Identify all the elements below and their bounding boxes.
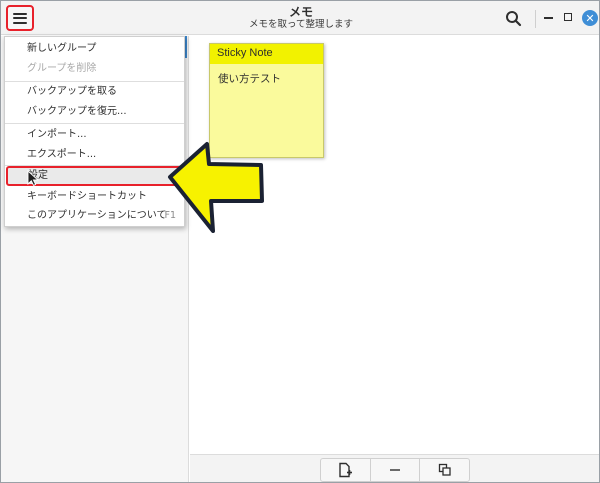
footer-bar (190, 454, 599, 482)
new-note-icon (339, 462, 353, 478)
menu-item-keyboard-shortcuts[interactable]: キーボードショートカット (5, 187, 184, 207)
minimize-button[interactable] (544, 17, 553, 19)
cursor-icon (27, 170, 39, 186)
menu-separator (5, 123, 184, 124)
menu-item-restore-backup[interactable]: バックアップを復元... (5, 102, 184, 122)
note-title[interactable]: Sticky Note (210, 44, 323, 64)
search-icon (506, 11, 522, 27)
menu-item-export[interactable]: エクスポート... (5, 145, 184, 165)
window-title: メモ (288, 5, 313, 19)
menu-item-new-group[interactable]: 新しいグループ (5, 39, 184, 59)
new-note-button[interactable] (321, 459, 371, 481)
remove-note-button[interactable] (371, 459, 421, 481)
header-separator (535, 10, 536, 28)
duplicate-icon (438, 463, 451, 476)
search-button[interactable] (504, 9, 524, 29)
menu-item-delete-group: グループを削除 (27, 63, 97, 74)
note-actions-group (320, 458, 470, 482)
menu-item-about[interactable]: このアプリケーションについて F1 (5, 206, 184, 226)
main-menu-popup: 新しいグループ グループを削除 バックアップを取る バックアップを復元... イ… (4, 36, 186, 227)
window-subtitle: メモを取って整理します (248, 19, 354, 30)
window-title-block: メモ メモを取って整理します (201, 5, 401, 31)
menu-item-about-label: このアプリケーションについて (27, 210, 167, 221)
hamburger-icon (13, 12, 27, 24)
maximize-button[interactable] (564, 13, 572, 21)
menu-item-backup[interactable]: バックアップを取る (5, 82, 184, 102)
header-bar: メモ メモを取って整理します ✕ (1, 1, 599, 35)
note-body[interactable]: 使い方テスト (210, 64, 323, 93)
duplicate-note-button[interactable] (420, 459, 469, 481)
main-menu-button[interactable] (6, 5, 34, 31)
close-button[interactable]: ✕ (582, 10, 598, 26)
arrow-annotation-icon (168, 142, 264, 233)
close-icon: ✕ (585, 11, 595, 25)
remove-icon (390, 469, 400, 471)
menu-item-import[interactable]: インポート... (5, 125, 184, 145)
